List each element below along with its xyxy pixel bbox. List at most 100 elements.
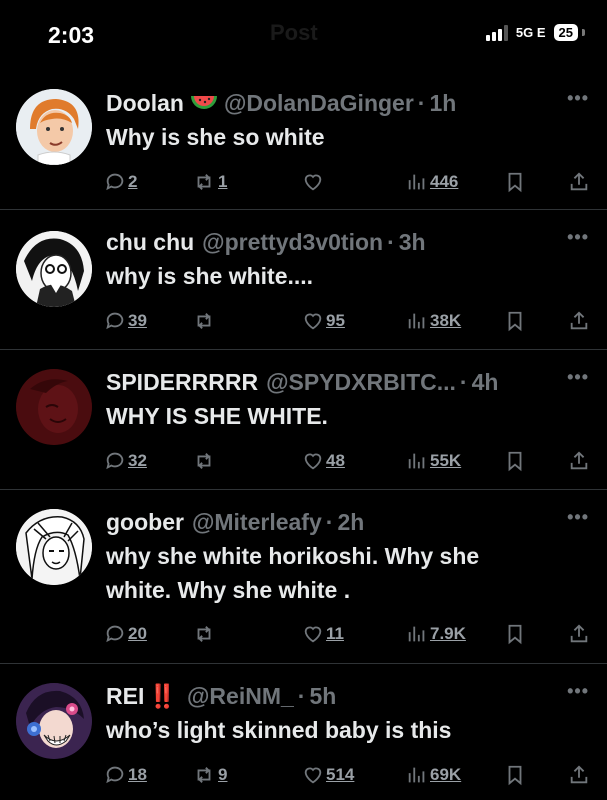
views-icon bbox=[408, 626, 425, 642]
repost-icon bbox=[197, 626, 211, 642]
repost-button[interactable]: 9 bbox=[192, 764, 227, 786]
repost-button[interactable]: 1 bbox=[192, 171, 227, 193]
reply-count: 2 bbox=[128, 172, 138, 191]
display-name[interactable]: REI bbox=[106, 683, 144, 710]
avatar[interactable] bbox=[16, 509, 92, 585]
action-bar: 20 11 7.9K bbox=[104, 623, 590, 647]
more-options-icon[interactable]: ••• bbox=[567, 367, 589, 388]
bookmark-button[interactable] bbox=[504, 623, 526, 645]
repost-button[interactable] bbox=[192, 310, 218, 332]
view-count: 446 bbox=[430, 172, 459, 191]
like-button[interactable]: 514 bbox=[302, 764, 354, 786]
clock: 2:03 bbox=[48, 22, 95, 48]
tweet[interactable]: REI ‼️ @ReiNM_ · 5h who’s light skinned … bbox=[0, 665, 607, 800]
views-button[interactable]: 69K bbox=[406, 764, 461, 786]
reply-button[interactable]: 18 bbox=[104, 764, 147, 786]
action-bar: 39 95 38K bbox=[104, 310, 590, 334]
bookmark-button[interactable] bbox=[504, 450, 526, 472]
heart-icon bbox=[304, 174, 322, 191]
share-button[interactable] bbox=[568, 623, 590, 645]
timestamp[interactable]: 5h bbox=[309, 683, 336, 710]
share-icon bbox=[570, 451, 588, 470]
share-icon bbox=[570, 311, 588, 330]
reply-button[interactable]: 32 bbox=[104, 450, 147, 472]
separator: · bbox=[417, 89, 426, 116]
views-button[interactable]: 7.9K bbox=[406, 623, 466, 645]
battery-icon: 25 bbox=[553, 24, 578, 41]
share-icon bbox=[570, 624, 588, 643]
share-icon bbox=[570, 765, 588, 784]
display-name[interactable]: goober bbox=[106, 509, 184, 536]
timestamp[interactable]: 3h bbox=[399, 229, 426, 256]
handle[interactable]: @Miterleafy bbox=[192, 509, 322, 536]
display-name[interactable]: SPIDERRRRR bbox=[106, 369, 258, 396]
views-button[interactable]: 446 bbox=[406, 171, 458, 193]
views-icon bbox=[408, 767, 425, 783]
share-button[interactable] bbox=[568, 764, 590, 786]
share-button[interactable] bbox=[568, 171, 590, 193]
avatar[interactable] bbox=[16, 369, 92, 445]
bookmark-icon bbox=[508, 172, 522, 193]
display-name[interactable]: chu chu bbox=[106, 229, 194, 256]
share-button[interactable] bbox=[568, 310, 590, 332]
repost-button[interactable] bbox=[192, 623, 218, 645]
timestamp[interactable]: 1h bbox=[429, 90, 456, 117]
handle[interactable]: @prettyd3v0tion bbox=[202, 229, 383, 256]
like-count: 48 bbox=[326, 451, 345, 470]
repost-button[interactable] bbox=[192, 450, 218, 472]
like-button[interactable]: 95 bbox=[302, 310, 345, 332]
signal-icon bbox=[485, 24, 508, 41]
bookmark-button[interactable] bbox=[504, 171, 526, 193]
more-options-icon[interactable]: ••• bbox=[567, 507, 589, 528]
reply-button[interactable]: 2 bbox=[104, 171, 137, 193]
avatar[interactable] bbox=[16, 89, 92, 165]
bookmark-icon bbox=[508, 311, 522, 332]
action-bar: 18 9 514 69K bbox=[104, 764, 590, 788]
heart-icon bbox=[304, 313, 322, 330]
like-button[interactable]: 48 bbox=[302, 450, 345, 472]
share-button[interactable] bbox=[568, 450, 590, 472]
avatar[interactable] bbox=[16, 231, 92, 307]
action-bar: 2 1 446 bbox=[104, 171, 590, 195]
tweet[interactable]: chu chu @prettyd3v0tion · 3h why is she … bbox=[0, 211, 607, 350]
handle[interactable]: @DolanDaGinger bbox=[224, 90, 414, 117]
status-icons: 5G E 25 bbox=[485, 24, 585, 41]
tweet[interactable]: Doolan @DolanDaGinger · 1h Why is she so… bbox=[0, 72, 607, 210]
timestamp[interactable]: 4h bbox=[472, 369, 499, 396]
status-bar: 2:03 Post 5G E 25 bbox=[0, 0, 607, 72]
timestamp[interactable]: 2h bbox=[337, 509, 364, 536]
handle[interactable]: @SPYDXRBITC... bbox=[266, 369, 456, 396]
avatar[interactable] bbox=[16, 683, 92, 759]
view-count: 55K bbox=[430, 451, 462, 470]
more-options-icon[interactable]: ••• bbox=[567, 681, 589, 702]
reply-count: 39 bbox=[128, 311, 147, 330]
bookmark-button[interactable] bbox=[504, 764, 526, 786]
handle[interactable]: @ReiNM_ bbox=[187, 683, 294, 710]
tweet-header: Doolan @DolanDaGinger · 1h bbox=[106, 88, 589, 118]
bookmark-button[interactable] bbox=[504, 310, 526, 332]
views-icon bbox=[408, 313, 425, 329]
tweet-header: SPIDERRRRR @SPYDXRBITC... · 4h bbox=[106, 367, 589, 397]
reply-button[interactable]: 39 bbox=[104, 310, 147, 332]
display-name[interactable]: Doolan bbox=[106, 90, 184, 117]
tweet-header: REI ‼️ @ReiNM_ · 5h bbox=[106, 681, 589, 711]
reply-icon bbox=[106, 173, 124, 191]
tweet-text: Why is she so white bbox=[106, 120, 589, 154]
reply-button[interactable]: 20 bbox=[104, 623, 147, 645]
reply-count: 32 bbox=[128, 451, 147, 470]
share-icon bbox=[570, 172, 588, 191]
reply-count: 18 bbox=[128, 765, 147, 784]
tweet[interactable]: goober @Miterleafy · 2h why she white ho… bbox=[0, 491, 607, 664]
views-button[interactable]: 55K bbox=[406, 450, 461, 472]
like-button[interactable] bbox=[302, 171, 326, 193]
view-count: 7.9K bbox=[430, 624, 466, 643]
tweet[interactable]: SPIDERRRRR @SPYDXRBITC... · 4h WHY IS SH… bbox=[0, 351, 607, 490]
separator: · bbox=[387, 228, 395, 255]
views-button[interactable]: 38K bbox=[406, 310, 461, 332]
more-options-icon[interactable]: ••• bbox=[567, 227, 589, 248]
bookmark-icon bbox=[508, 451, 522, 472]
like-button[interactable]: 11 bbox=[302, 623, 344, 645]
watermelon-emoji-icon bbox=[190, 90, 218, 117]
action-bar: 32 48 55K bbox=[104, 450, 590, 474]
more-options-icon[interactable]: ••• bbox=[567, 88, 589, 109]
